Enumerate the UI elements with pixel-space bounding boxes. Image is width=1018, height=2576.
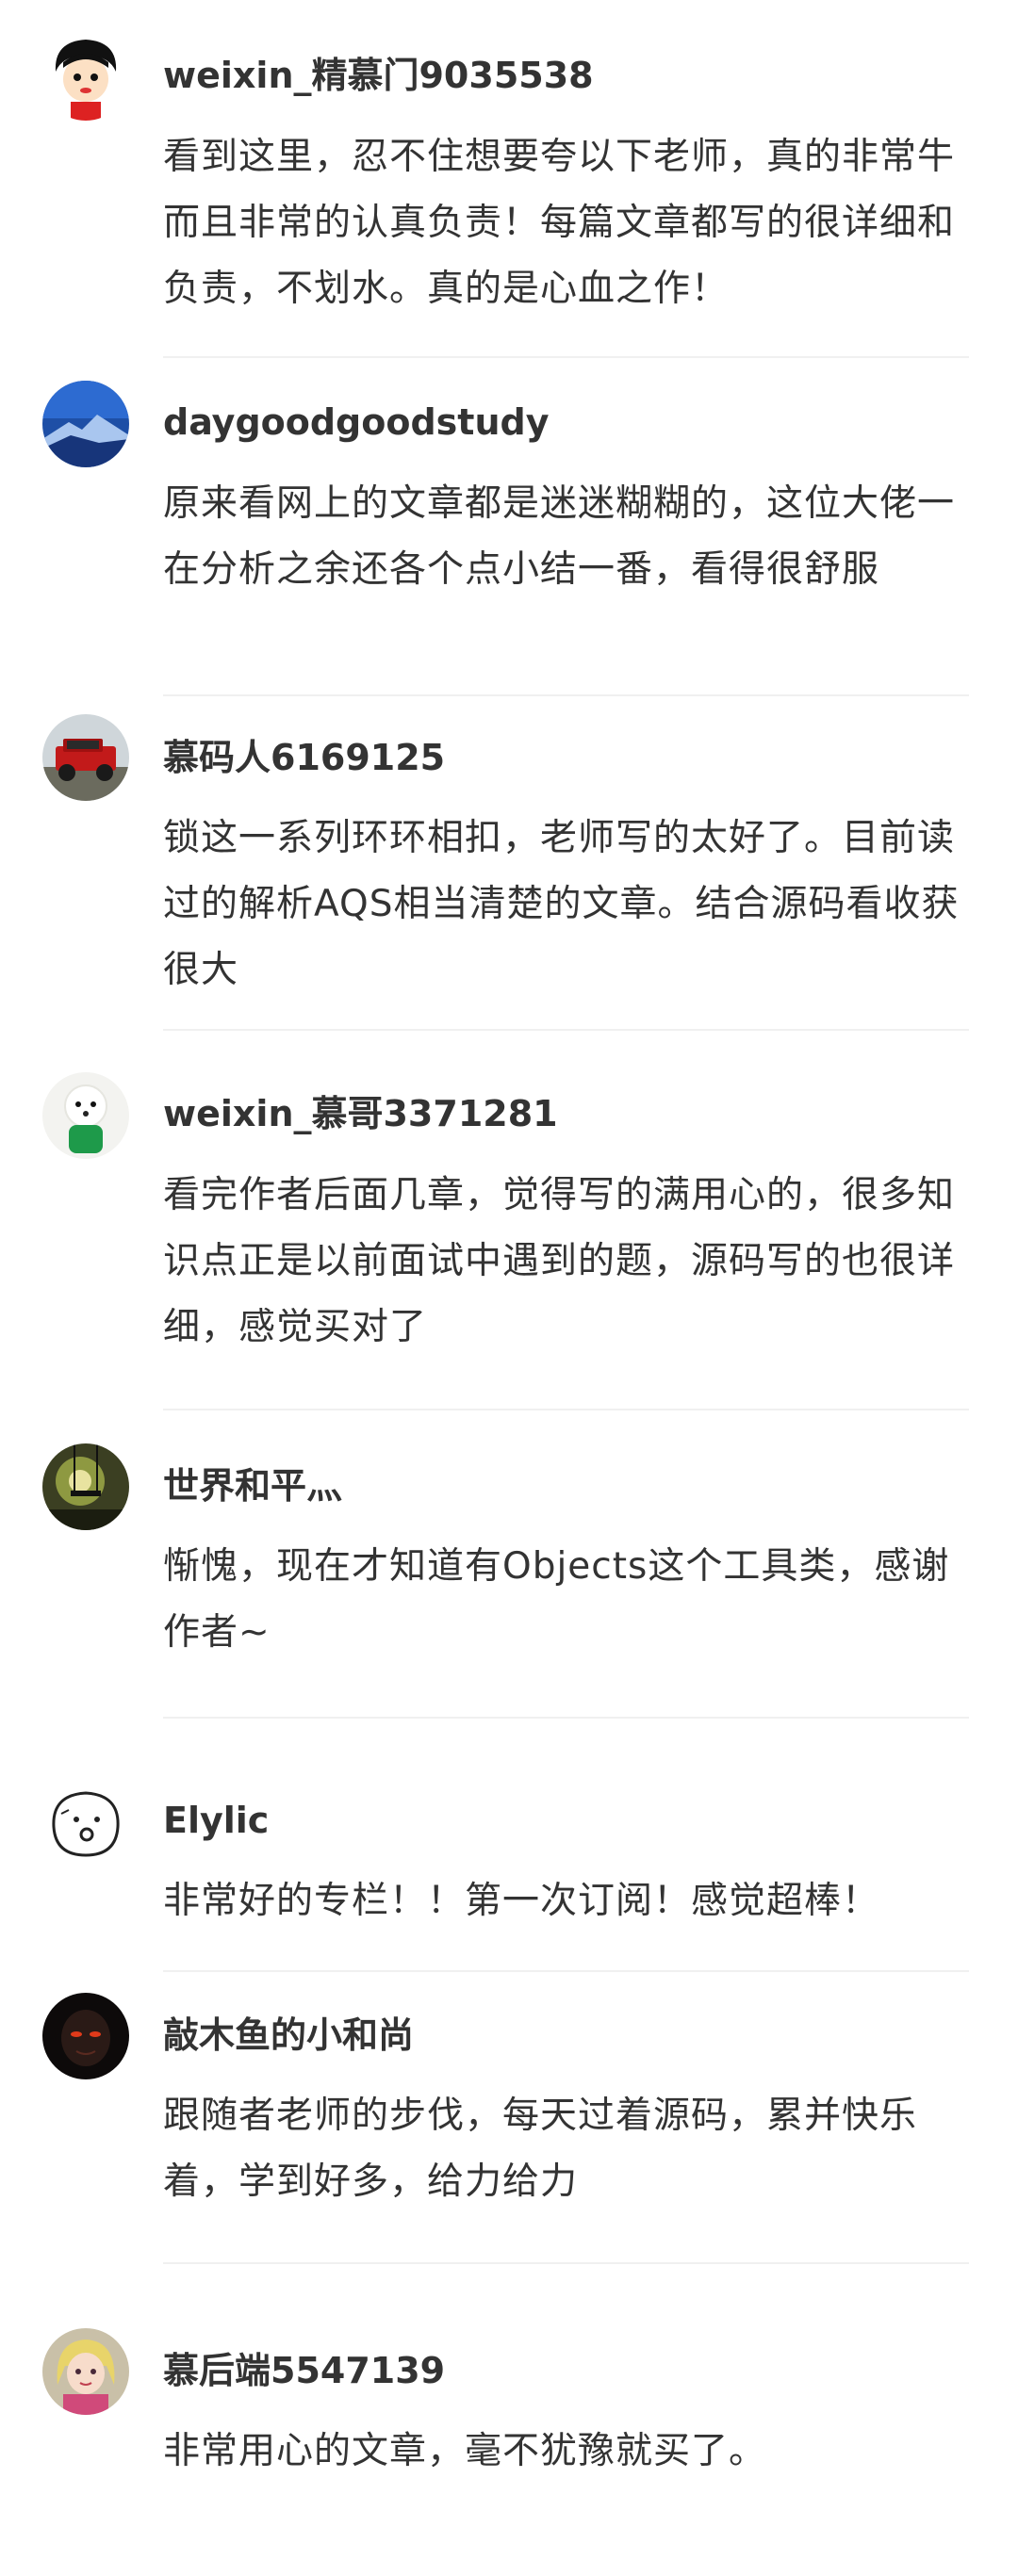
comment-text: 锁这一系列环环相扣，老师写的太好了。目前读过的解析AQS相当清楚的文章。结合源码… [163, 817, 960, 991]
cartoon-boy-avatar-icon[interactable] [42, 34, 129, 121]
comment-text: 跟随者老师的步伐，每天过着源码，累并快乐着，学到好多，给力给力 [163, 2095, 918, 2203]
comment-item: Elylic 非常好的专栏！！第一次订阅！感觉超棒！ [0, 1720, 1018, 1974]
sketch-face-avatar-icon[interactable] [42, 1778, 129, 1865]
comment-item: 慕后端5547139 非常用心的文章，毫不犹豫就买了。 [0, 2266, 1018, 2576]
swing-sunset-avatar-icon[interactable] [42, 1443, 129, 1530]
comment-text: 原来看网上的文章都是迷迷糊糊的，这位大佬一在分析之余还各个点小结一番，看得很舒服 [163, 482, 956, 591]
divider [163, 1029, 969, 1031]
comment-text: 看到这里，忍不住想要夸以下老师，真的非常牛而且非常的认真负责！每篇文章都写的很详… [163, 136, 956, 310]
comment-text: 惭愧，现在才知道有Objects这个工具类，感谢作者~ [163, 1545, 950, 1654]
divider [163, 1409, 969, 1410]
username[interactable]: 慕后端5547139 [163, 2350, 445, 2391]
comment-text: 看完作者后面几章，觉得写的满用心的，很多知识点正是以前面试中遇到的题，源码写的也… [163, 1174, 956, 1348]
username[interactable]: daygoodgoodstudy [163, 401, 549, 443]
divider [163, 694, 969, 696]
comment-item: 世界和平灬 惭愧，现在才知道有Objects这个工具类，感谢作者~ [0, 1413, 1018, 1720]
comment-item: 慕码人6169125 锁这一系列环环相扣，老师写的太好了。目前读过的解析AQS相… [0, 697, 1018, 1036]
red-car-avatar-icon[interactable] [42, 714, 129, 801]
comment-text: 非常好的专栏！！第一次订阅！感觉超棒！ [163, 1880, 880, 1922]
anime-girl-avatar-icon[interactable] [42, 2328, 129, 2415]
username[interactable]: 世界和平灬 [163, 1465, 342, 1507]
blue-mountain-avatar-icon[interactable] [42, 381, 129, 467]
username[interactable]: weixin_精慕门9035538 [163, 55, 594, 96]
username[interactable]: weixin_慕哥3371281 [163, 1093, 558, 1134]
divider [163, 1717, 969, 1719]
white-puppy-avatar-icon[interactable] [42, 1072, 129, 1159]
comment-text: 非常用心的文章，毫不犹豫就买了。 [163, 2430, 767, 2472]
divider [163, 1970, 969, 1972]
divider [163, 2262, 969, 2264]
comment-item: daygoodgoodstudy 原来看网上的文章都是迷迷糊糊的，这位大佬一在分… [0, 358, 1018, 697]
username[interactable]: 敲木鱼的小和尚 [163, 2014, 414, 2056]
username[interactable]: Elylic [163, 1800, 269, 1841]
comment-item: weixin_慕哥3371281 看完作者后面几章，觉得写的满用心的，很多知识点… [0, 1036, 1018, 1413]
comment-item: 敲木鱼的小和尚 跟随者老师的步伐，每天过着源码，累并快乐着，学到好多，给力给力 [0, 1974, 1018, 2266]
comment-item: weixin_精慕门9035538 看到这里，忍不住想要夸以下老师，真的非常牛而… [0, 0, 1018, 358]
dark-figure-avatar-icon[interactable] [42, 1993, 129, 2079]
username[interactable]: 慕码人6169125 [163, 737, 445, 778]
